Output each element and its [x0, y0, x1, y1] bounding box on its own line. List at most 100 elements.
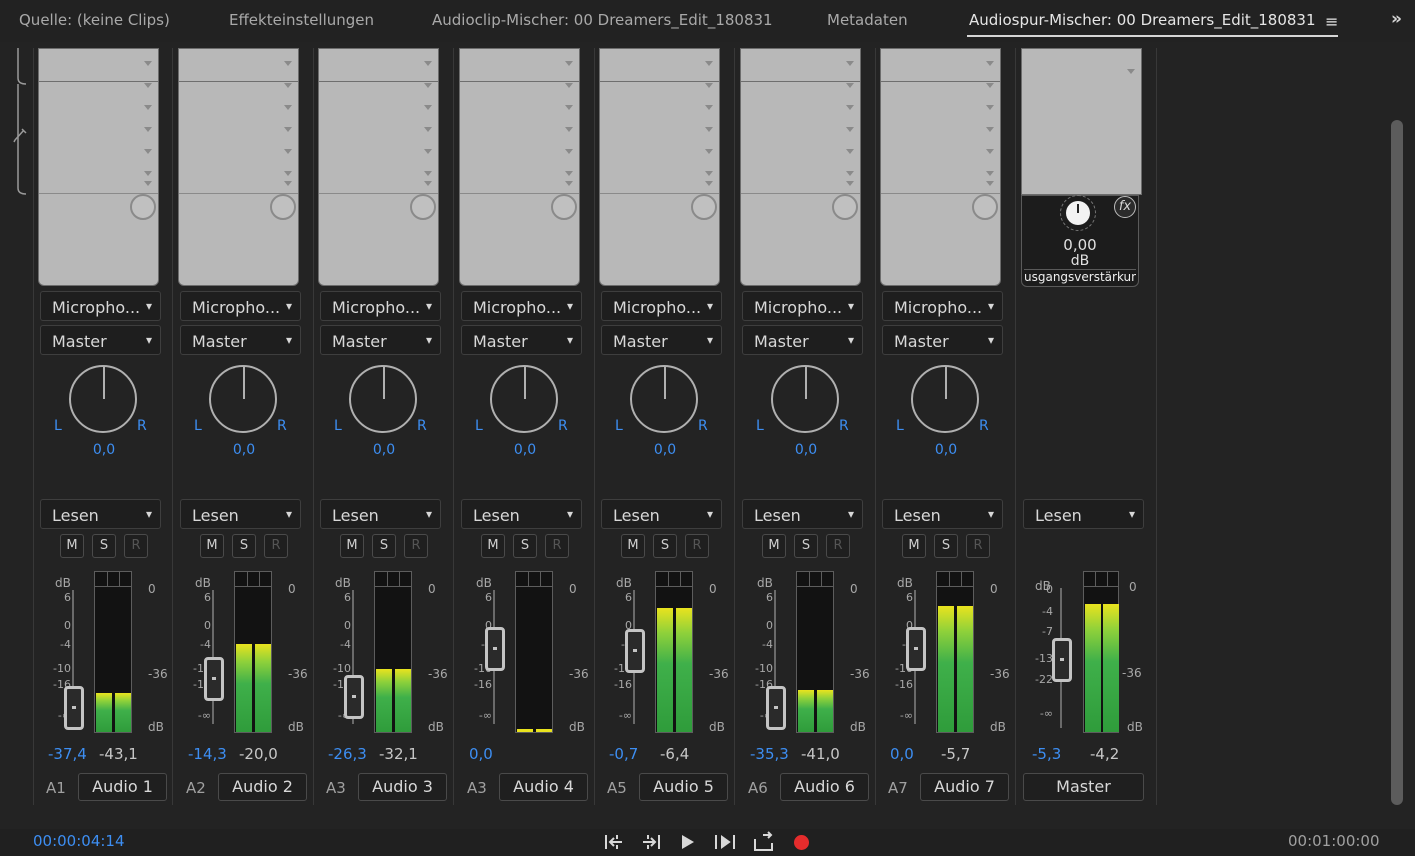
peak-indicator[interactable]	[108, 572, 121, 586]
send-level-knob[interactable]	[972, 194, 998, 220]
peak-indicator[interactable]	[937, 572, 950, 586]
gain-value[interactable]: 0,00	[1022, 236, 1138, 254]
scrollbar-thumb[interactable]	[1391, 120, 1403, 805]
record-enable-button[interactable]: R	[264, 534, 288, 558]
track-name[interactable]: Audio 6	[780, 773, 869, 801]
pan-knob[interactable]	[630, 365, 698, 433]
pan-value[interactable]: 0,0	[636, 442, 694, 458]
mute-button[interactable]: M	[60, 534, 84, 558]
track-name[interactable]: Audio 2	[218, 773, 307, 801]
master-effects-panel[interactable]	[1021, 48, 1142, 195]
send-menu-icon[interactable]	[424, 181, 432, 186]
insert-menu-icon[interactable]	[846, 127, 854, 132]
effects-sends-panel[interactable]	[599, 48, 720, 286]
volume-fader[interactable]	[766, 686, 786, 730]
insert-menu-icon[interactable]	[144, 105, 152, 110]
send-level-knob[interactable]	[410, 194, 436, 220]
master-track-name[interactable]: Master	[1023, 773, 1144, 801]
track-input-dropdown[interactable]: Micropho... ▾	[180, 291, 301, 321]
insert-menu-icon[interactable]	[986, 83, 994, 88]
peak-indicator[interactable]	[516, 572, 529, 586]
insert-menu-icon[interactable]	[144, 127, 152, 132]
send-level-knob[interactable]	[130, 194, 156, 220]
track-name[interactable]: Audio 3	[358, 773, 447, 801]
current-timecode[interactable]: 00:00:04:14	[33, 832, 125, 850]
track-input-dropdown[interactable]: Micropho... ▾	[742, 291, 863, 321]
send-level-knob[interactable]	[551, 194, 577, 220]
insert-menu-icon[interactable]	[424, 105, 432, 110]
panel-menu-icon[interactable]: ≡	[1325, 12, 1338, 31]
insert-menu-icon[interactable]	[424, 149, 432, 154]
volume-fader[interactable]	[625, 629, 645, 673]
automation-mode-dropdown[interactable]: Lesen ▾	[40, 499, 161, 529]
peak-indicator[interactable]	[669, 572, 682, 586]
insert-menu-icon[interactable]	[986, 149, 994, 154]
fader-value[interactable]: -35,3	[750, 745, 789, 763]
volume-fader[interactable]	[204, 657, 224, 701]
send-level-knob[interactable]	[691, 194, 717, 220]
pan-knob[interactable]	[209, 365, 277, 433]
track-output-dropdown[interactable]: Master ▾	[601, 325, 722, 355]
insert-menu-icon[interactable]	[986, 105, 994, 110]
insert-menu-icon[interactable]	[986, 171, 994, 176]
track-input-dropdown[interactable]: Micropho... ▾	[320, 291, 441, 321]
peak-indicator[interactable]	[656, 572, 669, 586]
tab-audio-track-mixer[interactable]: Audiospur-Mischer: 00 Dreamers_Edit_1808…	[969, 11, 1316, 29]
pan-value[interactable]: 0,0	[215, 442, 273, 458]
insert-menu-icon[interactable]	[846, 83, 854, 88]
solo-button[interactable]: S	[232, 534, 256, 558]
insert-menu-icon[interactable]	[705, 83, 713, 88]
insert-menu-icon[interactable]	[846, 171, 854, 176]
track-name[interactable]: Audio 7	[920, 773, 1009, 801]
fx-icon[interactable]: fx	[1114, 196, 1136, 218]
automation-mode-dropdown[interactable]: Lesen ▾	[882, 499, 1003, 529]
track-name[interactable]: Audio 4	[499, 773, 588, 801]
send-level-knob[interactable]	[832, 194, 858, 220]
peak-indicator[interactable]	[248, 572, 261, 586]
automation-mode-dropdown[interactable]: Lesen ▾	[742, 499, 863, 529]
volume-fader[interactable]	[906, 627, 926, 671]
effects-sends-panel[interactable]	[38, 48, 159, 286]
insert-menu-icon[interactable]	[705, 61, 713, 66]
fader-value[interactable]: -0,7	[609, 745, 638, 763]
peak-indicator[interactable]	[950, 572, 963, 586]
effects-sends-panel[interactable]	[178, 48, 299, 286]
master-automation-mode-dropdown[interactable]: Lesen ▾	[1023, 499, 1144, 529]
master-fader-value[interactable]: -5,3	[1032, 745, 1061, 763]
insert-menu-icon[interactable]	[705, 105, 713, 110]
record-enable-button[interactable]: R	[685, 534, 709, 558]
fader-value[interactable]: -37,4	[48, 745, 87, 763]
insert-menu-icon[interactable]	[565, 83, 573, 88]
mute-button[interactable]: M	[902, 534, 926, 558]
insert-menu-icon[interactable]	[144, 171, 152, 176]
effects-sends-panel[interactable]	[880, 48, 1001, 286]
track-input-dropdown[interactable]: Micropho... ▾	[40, 291, 161, 321]
track-name[interactable]: Audio 1	[78, 773, 167, 801]
insert-menu-icon[interactable]	[284, 127, 292, 132]
fader-value[interactable]: 0,0	[469, 745, 493, 763]
record-enable-button[interactable]: R	[404, 534, 428, 558]
volume-fader[interactable]	[485, 627, 505, 671]
play-in-to-out-icon[interactable]	[712, 829, 738, 855]
solo-button[interactable]: S	[513, 534, 537, 558]
peak-indicator[interactable]	[235, 572, 248, 586]
insert-menu-icon[interactable]	[144, 61, 152, 66]
insert-menu-icon[interactable]	[846, 61, 854, 66]
go-to-out-icon[interactable]	[638, 829, 664, 855]
record-enable-button[interactable]: R	[124, 534, 148, 558]
automation-mode-dropdown[interactable]: Lesen ▾	[180, 499, 301, 529]
fader-value[interactable]: 0,0	[890, 745, 914, 763]
solo-button[interactable]: S	[92, 534, 116, 558]
peak-indicator[interactable]	[375, 572, 388, 586]
insert-menu-icon[interactable]	[424, 61, 432, 66]
master-volume-fader[interactable]	[1052, 638, 1072, 682]
send-menu-icon[interactable]	[144, 181, 152, 186]
insert-menu-icon[interactable]	[986, 127, 994, 132]
send-menu-icon[interactable]	[565, 181, 573, 186]
send-menu-icon[interactable]	[846, 181, 854, 186]
tab-metadata[interactable]: Metadaten	[827, 11, 908, 29]
track-input-dropdown[interactable]: Micropho... ▾	[882, 291, 1003, 321]
insert-menu-icon[interactable]	[565, 61, 573, 66]
mute-button[interactable]: M	[340, 534, 364, 558]
automation-mode-dropdown[interactable]: Lesen ▾	[601, 499, 722, 529]
